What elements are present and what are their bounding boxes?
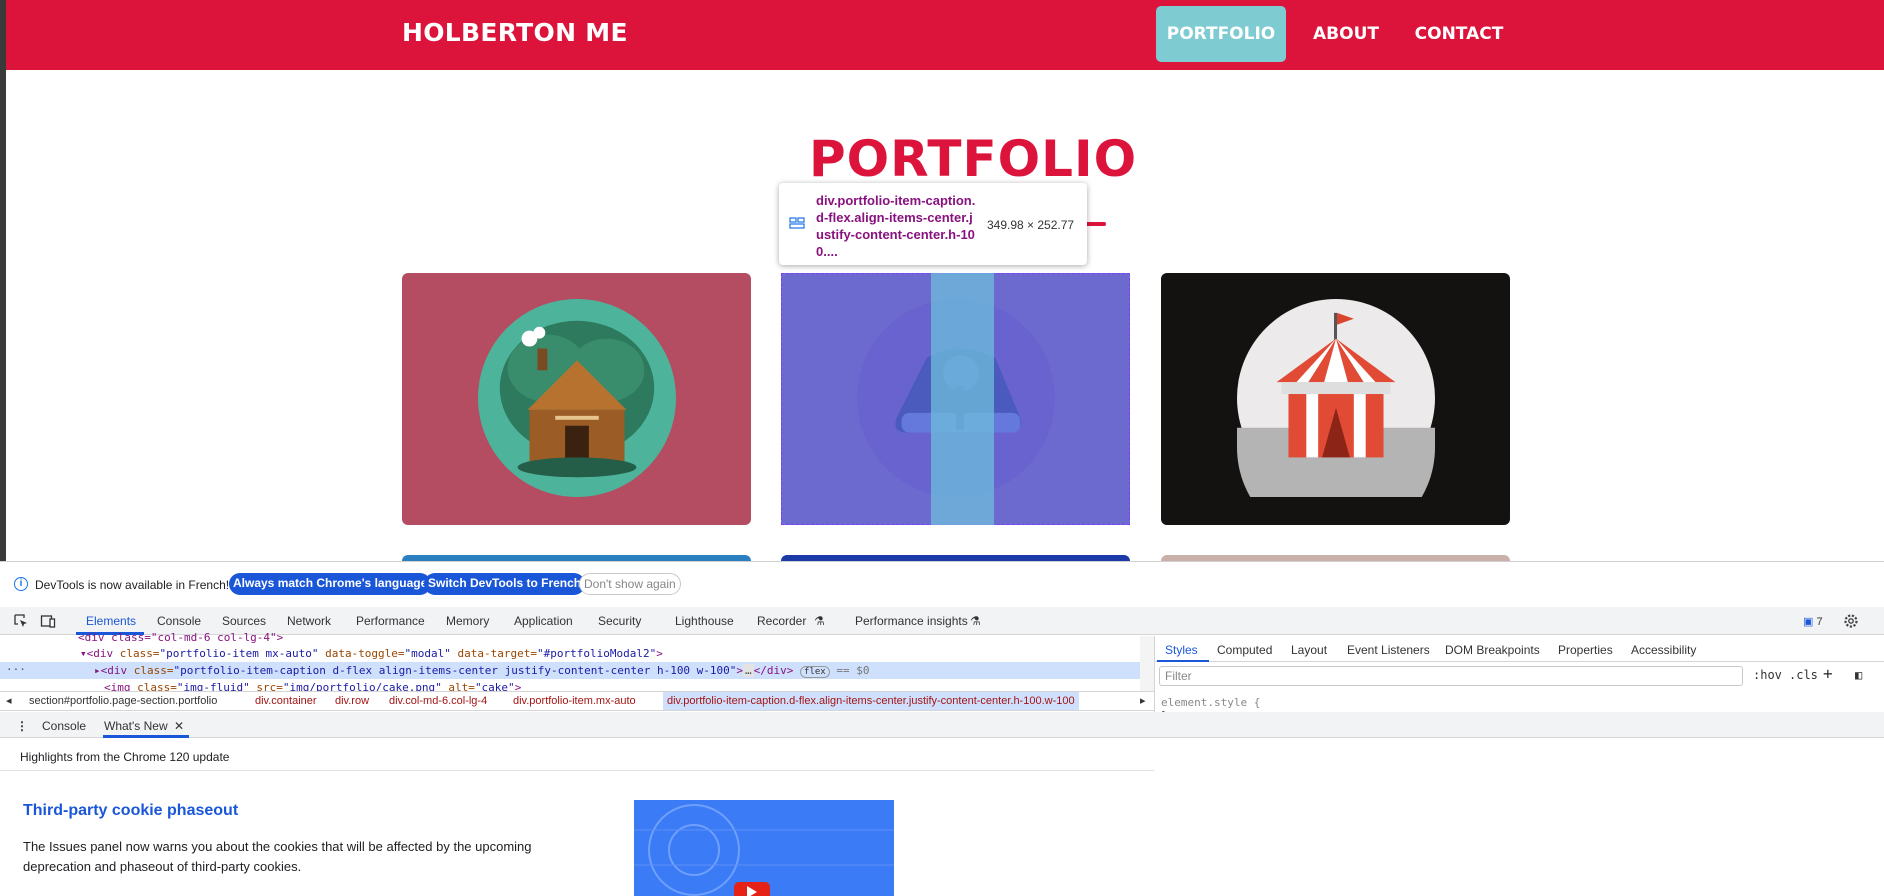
elements-tree: <div class="col-md-6 col-lg-4"> ▾<div cl… <box>0 631 1154 694</box>
inspect-element-icon[interactable] <box>13 613 29 629</box>
site-brand[interactable]: HOLBERTON ME <box>402 18 628 47</box>
breadcrumb-item[interactable]: div.col-md-6.col-lg-4 <box>389 692 487 710</box>
drawer-menu-icon[interactable]: ⋮ <box>16 719 28 733</box>
hov-toggle[interactable]: :hov <box>1753 668 1782 682</box>
drawer-tab-console[interactable]: Console <box>42 719 86 733</box>
close-icon[interactable]: ✕ <box>174 719 184 733</box>
tab-memory[interactable]: Memory <box>446 614 489 628</box>
breadcrumb-scroll-left[interactable]: ◂ <box>6 692 12 710</box>
new-style-rule-icon[interactable]: + <box>1823 664 1833 683</box>
expand-triangle[interactable]: ▾ <box>80 647 87 660</box>
page-viewport: HOLBERTON ME PORTFOLIO ABOUT CONTACT POR… <box>6 0 1884 561</box>
cls-toggle[interactable]: .cls <box>1789 668 1818 682</box>
portfolio-card-cabin[interactable] <box>402 273 751 525</box>
devtools-panel: i DevTools is now available in French! A… <box>0 561 1884 896</box>
breadcrumb-item[interactable]: section#portfolio.page-section.portfolio <box>29 692 217 710</box>
tab-layout[interactable]: Layout <box>1291 643 1327 657</box>
styles-tabbar: Styles Computed Layout Event Listeners D… <box>1155 636 1884 662</box>
tooltip-size: 349.98 × 252.77 <box>987 218 1075 232</box>
inspect-tooltip: div.portfolio-item-caption.d-flex.align-… <box>779 183 1087 265</box>
flask-icon: ⚗ <box>814 614 825 628</box>
styles-filter-input[interactable]: Filter <box>1159 666 1743 686</box>
tab-styles[interactable]: Styles <box>1165 643 1198 657</box>
tab-elements[interactable]: Elements <box>86 614 136 628</box>
breadcrumb-item[interactable]: div.container <box>255 692 317 710</box>
dom-node-line[interactable]: ▾<div class="portfolio-item mx-auto" dat… <box>0 645 1140 662</box>
tooltip-selector: div.portfolio-item-caption.d-flex.align-… <box>816 193 976 259</box>
language-infobar: i DevTools is now available in French! A… <box>0 562 1884 607</box>
dont-show-again-button[interactable]: Don't show again <box>579 573 681 595</box>
tab-application[interactable]: Application <box>514 614 573 628</box>
infobar-text: DevTools is now available in French! <box>35 578 230 592</box>
inspect-flex-overlay <box>931 273 994 525</box>
settings-gear-icon[interactable] <box>1842 612 1860 630</box>
breadcrumb-scroll-right[interactable]: ▸ <box>1140 692 1146 710</box>
video-thumbnail[interactable] <box>634 800 894 896</box>
tab-dom-breakpoints[interactable]: DOM Breakpoints <box>1445 643 1540 657</box>
info-icon: i <box>14 577 28 591</box>
always-match-language-button[interactable]: Always match Chrome's language <box>229 573 432 595</box>
flex-layout-icon <box>789 217 805 229</box>
device-toolbar-icon[interactable] <box>40 613 56 629</box>
tab-console[interactable]: Console <box>157 614 201 628</box>
nav-portfolio[interactable]: PORTFOLIO <box>1156 6 1286 62</box>
tab-performance[interactable]: Performance <box>356 614 425 628</box>
article-body: The Issues panel now warns you about the… <box>23 839 532 874</box>
tab-performance-insights[interactable]: Performance insights <box>855 614 968 628</box>
issues-count: 7 <box>1816 616 1823 628</box>
elements-scrollbar[interactable] <box>1140 636 1154 698</box>
divider <box>0 770 1154 771</box>
drawer-tab-underline <box>103 735 189 738</box>
tab-event-listeners[interactable]: Event Listeners <box>1347 643 1430 657</box>
tab-network[interactable]: Network <box>287 614 331 628</box>
issues-counter[interactable]: ▣ 7 <box>1803 615 1823 628</box>
flex-badge[interactable]: flex <box>800 666 830 678</box>
breadcrumb-item[interactable]: div.row <box>335 692 369 710</box>
switch-to-french-button[interactable]: Switch DevTools to French <box>424 573 586 595</box>
article-title[interactable]: Third-party cookie phaseout <box>23 802 238 820</box>
site-navbar: HOLBERTON ME PORTFOLIO ABOUT CONTACT <box>6 0 1884 70</box>
log-cabin-icon <box>478 299 676 497</box>
computed-styles-icon[interactable]: ◧ <box>1855 668 1862 682</box>
drawer-tabbar: ⋮ Console What's New ✕ <box>0 712 1884 738</box>
highlights-heading: Highlights from the Chrome 120 update <box>20 750 230 764</box>
portfolio-card-circus[interactable] <box>1161 273 1510 525</box>
more-options-dots[interactable]: ··· <box>6 663 26 676</box>
tab-sources[interactable]: Sources <box>222 614 266 628</box>
thumbnail-graphic <box>634 804 894 896</box>
breadcrumb-item-active[interactable]: div.portfolio-item-caption.d-flex.align-… <box>663 692 1079 710</box>
tab-recorder[interactable]: Recorder <box>757 614 806 628</box>
tab-lighthouse[interactable]: Lighthouse <box>675 614 734 628</box>
breadcrumb-item[interactable]: div.portfolio-item.mx-auto <box>513 692 636 710</box>
expand-triangle[interactable]: ▸ <box>94 664 101 677</box>
issues-icon: ▣ <box>1803 616 1814 628</box>
tab-security[interactable]: Security <box>598 614 641 628</box>
tab-accessibility[interactable]: Accessibility <box>1631 643 1696 657</box>
flask-icon: ⚗ <box>970 614 981 628</box>
drawer-tab-whats-new[interactable]: What's New <box>104 719 168 733</box>
section-title: PORTFOLIO <box>809 130 1138 188</box>
tab-properties[interactable]: Properties <box>1558 643 1613 657</box>
nav-about[interactable]: ABOUT <box>1296 6 1396 62</box>
browser-window: HOLBERTON ME PORTFOLIO ABOUT CONTACT POR… <box>0 0 1884 896</box>
dom-node-line-selected[interactable]: ▸<div class="portfolio-item-caption d-fl… <box>0 662 1140 679</box>
breadcrumb: ◂ section#portfolio.page-section.portfol… <box>0 691 1154 711</box>
styles-tab-underline <box>1157 660 1209 662</box>
dom-node-line[interactable]: <div class="col-md-6 col-lg-4"> <box>0 629 1140 646</box>
circus-tent-icon <box>1237 299 1435 497</box>
nav-contact[interactable]: CONTACT <box>1404 6 1514 62</box>
tab-computed[interactable]: Computed <box>1217 643 1272 657</box>
